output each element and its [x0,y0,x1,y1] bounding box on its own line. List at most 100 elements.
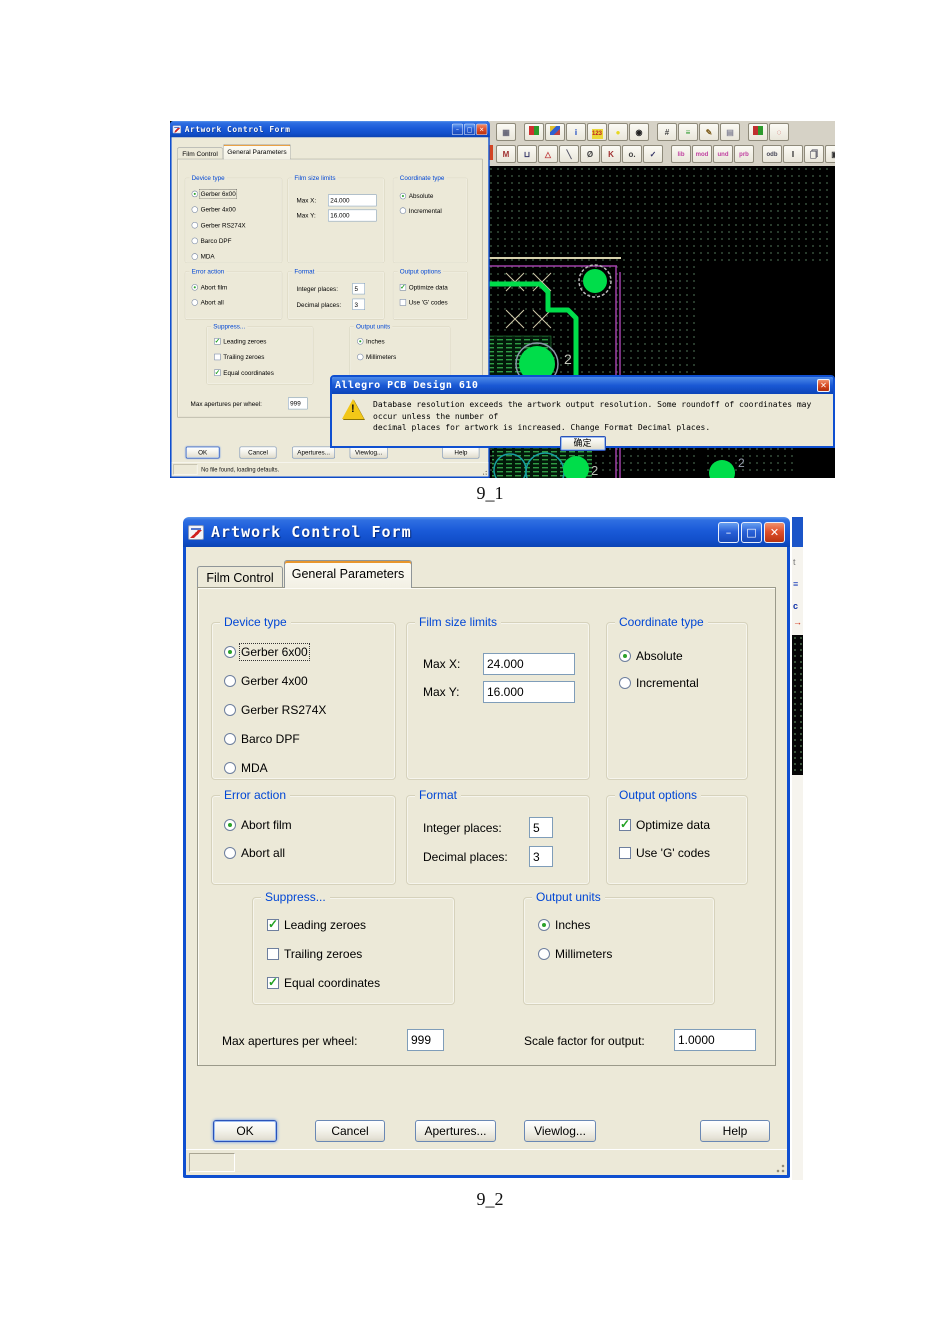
slide-icon[interactable]: ╲ [559,145,579,163]
checkbox-optimize-data[interactable] [619,817,631,831]
radio-abort-all[interactable] [191,299,198,306]
radio-gerber-6x00[interactable] [224,646,236,658]
radio-gerber-rs274x[interactable] [191,221,198,229]
tab-general-parameters[interactable]: General Parameters [223,144,291,160]
radio-abort-film[interactable] [224,819,236,831]
radio-inches[interactable] [538,919,550,931]
tab-film-control[interactable]: Film Control [197,566,283,588]
lib-icon[interactable]: libAA [671,145,691,163]
checkbox-leading-zeroes[interactable] [267,917,279,931]
dashed-circle-icon[interactable]: ◌ [769,123,789,141]
text-icon[interactable]: I [783,145,803,163]
apertures-button[interactable]: Apertures... [415,1120,496,1142]
radio-abort-film[interactable] [191,284,198,291]
close-icon: ✕ [479,125,485,133]
radio-barco-dpf[interactable] [224,733,236,745]
checkbox-equal-coordinates[interactable] [214,368,221,376]
camera-icon[interactable]: ▣ [825,145,835,163]
radio-millimeters[interactable] [357,353,364,361]
checkbox-optimize-data[interactable] [399,283,407,291]
zoom-window-icon[interactable]: ⊔ [517,145,537,163]
check-icon[interactable]: ✓ [643,145,663,163]
max-apertures-input[interactable]: 999 [288,397,308,410]
viewlog-button[interactable]: Viewlog... [349,446,388,459]
shadow-dot-icon[interactable]: ◉ [629,123,649,141]
close-button[interactable]: ✕ [764,521,785,543]
decimal-places-input[interactable]: 3 [529,846,553,867]
max-y-input[interactable]: 16.000 [483,681,575,703]
radio-millimeters[interactable] [538,948,550,960]
maximize-button[interactable]: □ [464,123,476,135]
max-apertures-input[interactable]: 999 [407,1029,444,1051]
viewlog-button[interactable]: Viewlog... [524,1120,596,1142]
mod-icon[interactable]: modAA [692,145,712,163]
grid-icon[interactable]: # [657,123,677,141]
warning-title-bar[interactable]: Allegro PCB Design 610 ✕ [332,377,833,394]
radio-gerber-6x00[interactable] [191,190,198,198]
max-x-input[interactable]: 24.000 [328,194,377,207]
radio-gerber-4x00[interactable] [191,206,198,213]
integer-places-input[interactable]: 5 [529,817,553,838]
radio-gerber-rs274x[interactable] [224,704,236,716]
minimize-button[interactable]: – [451,123,464,135]
help-button[interactable]: Help [700,1120,770,1142]
prb-icon[interactable]: prbAA [734,145,754,163]
help-button[interactable]: Help [442,446,480,459]
radio-barco-dpf[interactable] [191,237,198,245]
radio-mda[interactable] [191,253,198,260]
angle-icon[interactable]: K [601,145,621,163]
no-circle-icon[interactable]: Ø [580,145,600,163]
radio-incremental[interactable] [619,677,631,689]
report-icon[interactable]: ▦ [496,123,516,141]
checkbox-use-g-codes[interactable] [399,299,407,306]
confirm-button[interactable]: 确定 [559,435,606,451]
title-bar[interactable]: Artwork Control Form – □ ✕ [183,517,790,547]
visibility-icon[interactable]: ▤ [720,123,740,141]
und-icon[interactable]: undAA [713,145,733,163]
close-button[interactable]: ✕ [817,379,830,392]
info-icon[interactable]: i [566,123,586,141]
dot-icon[interactable]: o. [622,145,642,163]
radio-mda[interactable] [224,762,236,774]
radio-absolute[interactable] [619,650,631,662]
radio-abort-all[interactable] [224,847,236,859]
ok-button[interactable]: OK [213,1120,277,1142]
minimize-button[interactable]: – [718,521,739,543]
apertures-button[interactable]: Apertures... [292,446,335,459]
close-button[interactable]: ✕ [476,123,488,135]
integer-places-input[interactable]: 5 [352,283,365,295]
radio-inches[interactable] [357,338,364,345]
cancel-button[interactable]: Cancel [239,446,277,459]
tab-film-control[interactable]: Film Control [177,147,223,160]
palette-icon[interactable] [545,123,565,141]
radio-gerber-4x00[interactable] [224,675,236,687]
ratsnest-icon[interactable]: 123 [587,123,607,141]
ul-icon[interactable]: 🗍 [804,145,824,163]
tab-general-parameters[interactable]: General Parameters [284,560,412,588]
checkbox-equal-coordinates[interactable] [267,975,279,989]
triangle-icon[interactable]: △ [538,145,558,163]
resize-grip-icon[interactable] [480,468,488,476]
maximize-button[interactable]: □ [741,521,762,543]
radio-incremental[interactable] [399,207,407,214]
checkbox-leading-zeroes[interactable] [214,337,221,345]
max-x-input[interactable]: 24.000 [483,653,575,675]
decimal-places-input[interactable]: 3 [352,298,365,310]
checkbox-use-g-codes[interactable] [619,847,631,859]
radio-absolute[interactable] [399,192,407,200]
ok-button[interactable]: OK [185,446,220,459]
max-y-input[interactable]: 16.000 [328,209,377,222]
zoom-points-icon[interactable]: M [496,145,516,163]
cancel-button[interactable]: Cancel [315,1120,385,1142]
odb-icon[interactable]: odb∷ [762,145,782,163]
module-icon[interactable] [748,123,768,141]
scale-factor-input[interactable]: 1.0000 [674,1029,756,1051]
swatches-icon[interactable] [524,123,544,141]
resize-grip-icon[interactable] [773,1161,786,1174]
color-edit-icon[interactable]: ✎ [699,123,719,141]
checkbox-trailing-zeroes[interactable] [214,353,221,361]
layers-icon[interactable]: ≡ [678,123,698,141]
checkbox-trailing-zeroes[interactable] [267,948,279,960]
title-bar[interactable]: Artwork Control Form – □ ✕ [170,121,490,138]
highlight-icon[interactable]: ● [608,123,628,141]
